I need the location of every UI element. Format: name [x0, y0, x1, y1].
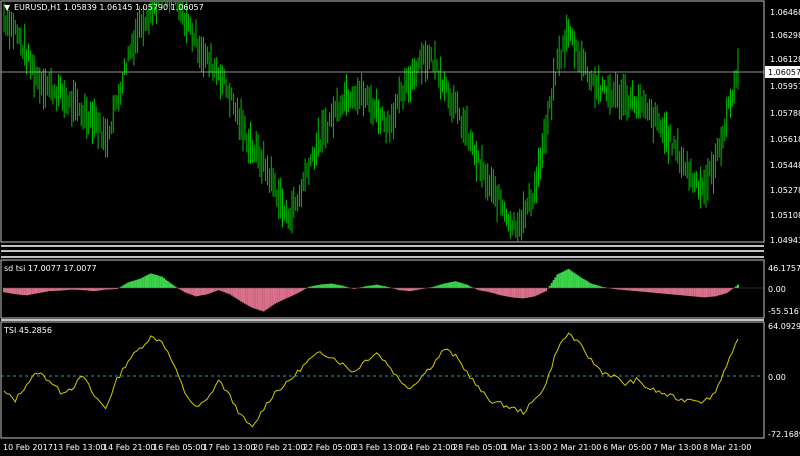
price-label: 1.06298 — [770, 31, 800, 40]
tsi-title: TSI 45.2856 — [3, 326, 52, 335]
price-axis[interactable]: 1.06468 1.06298 1.06128 1.05957 1.05788 … — [765, 8, 800, 245]
price-label: 1.05957 — [770, 82, 800, 91]
time-label: 2 Mar 21:00 — [553, 443, 601, 452]
price-label: 1.05788 — [770, 109, 800, 118]
price-label: 1.04943 — [770, 236, 800, 245]
main-panel-frame — [0, 0, 765, 243]
tsi-scale-label: 0.00 — [768, 373, 786, 382]
price-label: 1.06128 — [770, 55, 800, 64]
symbol-menu-arrow-icon[interactable]: ▼ — [4, 3, 11, 12]
main-price-panel[interactable] — [0, 0, 765, 243]
time-label: 14 Feb 21:00 — [103, 443, 155, 452]
tsi-panel-frame — [0, 321, 765, 439]
price-label: 1.06468 — [770, 8, 800, 17]
sd-tsi-panel[interactable] — [0, 259, 765, 319]
time-label: 13 Feb 13:00 — [53, 443, 105, 452]
tsi-scale-label: -72.1689 — [768, 430, 800, 439]
time-label: 8 Mar 21:00 — [703, 443, 751, 452]
time-label: 6 Mar 05:00 — [603, 443, 651, 452]
time-label: 22 Feb 05:00 — [303, 443, 355, 452]
price-label: 1.05448 — [770, 161, 800, 170]
time-label: 23 Feb 13:00 — [353, 443, 405, 452]
price-label: 1.05618 — [770, 135, 800, 144]
tsi-panel[interactable] — [0, 321, 765, 439]
sd-tsi-title: sd tsi 17.0077 17.0077 — [4, 264, 97, 273]
time-label: 1 Mar 13:00 — [503, 443, 551, 452]
time-label: 28 Feb 05:00 — [453, 443, 505, 452]
time-label: 24 Feb 21:00 — [403, 443, 455, 452]
sd-tsi-scale-label: 0.00 — [768, 285, 786, 294]
time-label: 17 Feb 13:00 — [203, 443, 255, 452]
current-price-value: 1.06057 — [768, 68, 800, 77]
tsi-scale-label: 64.0929 — [768, 322, 800, 331]
time-label: 20 Feb 21:00 — [253, 443, 305, 452]
time-label: 10 Feb 2017 — [3, 443, 53, 452]
price-label: 1.05278 — [770, 186, 800, 195]
sd-tsi-scale-label: -55.5167 — [768, 307, 800, 316]
tsi-axis[interactable]: 64.0929 0.00 -72.1689 — [768, 322, 800, 439]
sd-tsi-axis[interactable]: 46.1757 0.00 -55.5167 — [768, 264, 800, 316]
symbol-header: EURUSD,H1 1.05839 1.06145 1.05790 1.0605… — [14, 3, 204, 12]
time-axis[interactable]: 10 Feb 2017 13 Feb 13:00 14 Feb 21:00 16… — [1, 437, 764, 452]
time-label: 7 Mar 13:00 — [653, 443, 701, 452]
price-label: 1.05108 — [770, 211, 800, 220]
sd-tsi-scale-label: 46.1757 — [768, 264, 800, 273]
time-label: 16 Feb 05:00 — [153, 443, 205, 452]
chart-window[interactable]: ▼ EURUSD,H1 1.05839 1.06145 1.05790 1.06… — [0, 0, 800, 456]
